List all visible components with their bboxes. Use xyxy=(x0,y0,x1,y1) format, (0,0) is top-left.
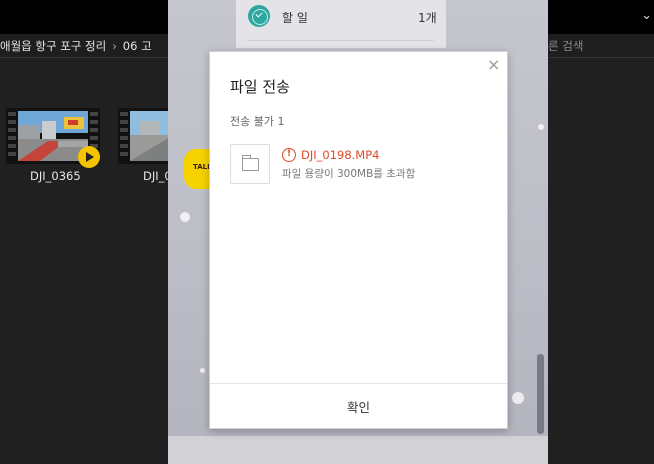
breadcrumb[interactable]: 애월읍 항구 포구 정리 › 06 고 xyxy=(0,38,152,54)
play-icon[interactable] xyxy=(78,146,100,168)
transfer-fail-summary: 전송 불가 1 xyxy=(230,115,285,128)
check-circle-icon xyxy=(248,5,270,27)
breadcrumb-item[interactable]: 06 고 xyxy=(123,39,152,53)
film-strip xyxy=(8,112,16,160)
breadcrumb-item[interactable]: 애월읍 항구 포구 정리 xyxy=(0,39,106,53)
failed-file-name: DJI_0198.MP4 xyxy=(301,148,380,162)
todo-label: 할 일 xyxy=(282,11,308,25)
decorative-dot xyxy=(538,124,544,130)
decorative-dot xyxy=(180,212,190,222)
chevron-down-icon[interactable]: ⌄ xyxy=(641,8,652,23)
file-transfer-dialog: × 파일 전송 전송 불가 1 ! DJI_0198.MP4 파일 용량이 30… xyxy=(209,51,508,429)
dialog-title: 파일 전송 xyxy=(230,78,290,96)
failure-reason: 파일 용량이 300MB를 초과함 xyxy=(282,168,416,180)
close-icon[interactable]: × xyxy=(487,56,500,74)
warning-icon: ! xyxy=(282,148,296,162)
confirm-button[interactable]: 확인 xyxy=(210,384,507,428)
file-pane-right xyxy=(548,58,654,464)
chevron-right-icon: › xyxy=(112,39,117,53)
folder-icon xyxy=(242,155,259,171)
film-strip xyxy=(120,112,128,160)
decorative-dot xyxy=(200,368,205,373)
todo-count: 1개 xyxy=(418,11,437,25)
file-name[interactable]: DJI_0365 xyxy=(30,169,81,183)
file-thumbnail xyxy=(230,144,270,184)
decorative-dot xyxy=(512,392,524,404)
search-input[interactable]: 른 검색 xyxy=(548,38,583,54)
chat-input-area[interactable] xyxy=(168,436,548,464)
screen: ⌄ 애월읍 항구 포구 정리 › 06 고 른 검색 DJI_0365 DJI_… xyxy=(0,0,654,464)
scrollbar-thumb[interactable] xyxy=(537,354,544,434)
divider xyxy=(248,40,434,41)
